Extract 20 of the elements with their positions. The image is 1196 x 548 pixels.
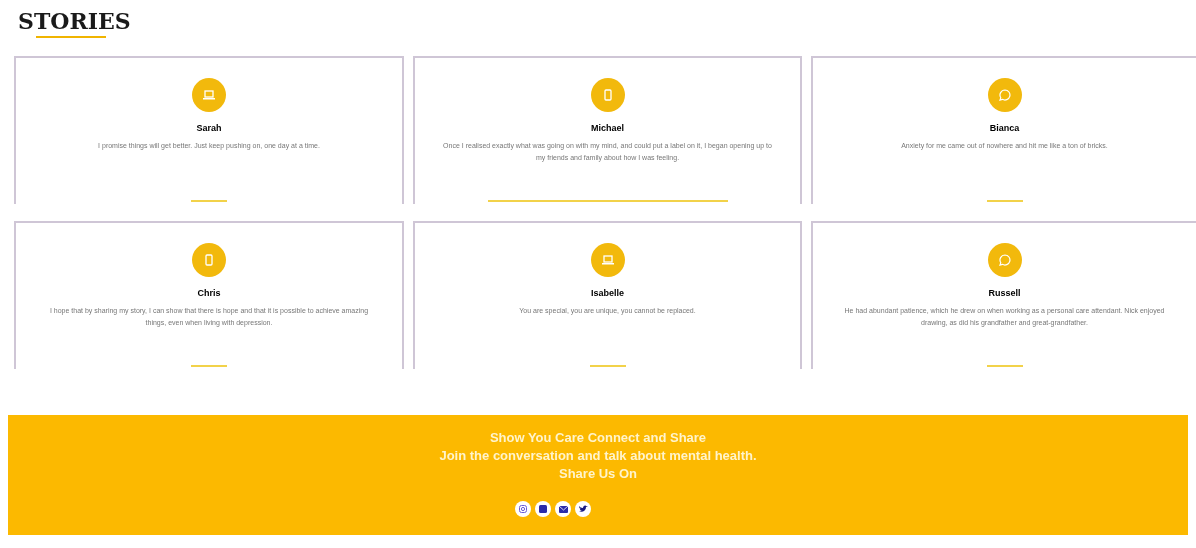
title-underline bbox=[36, 36, 106, 38]
footer-text: Show You Care Connect and Share bbox=[489, 429, 707, 447]
phone-icon bbox=[205, 254, 213, 266]
instagram-icon[interactable] bbox=[515, 501, 531, 517]
chat-icon bbox=[998, 254, 1011, 266]
story-name: Chris bbox=[197, 288, 221, 299]
mail-icon[interactable] bbox=[555, 501, 571, 517]
story-name: Michael bbox=[591, 123, 624, 134]
laptop-icon bbox=[601, 255, 614, 265]
story-name: Isabelle bbox=[591, 288, 624, 299]
footer-text: Join the conversation and talk about mental health. bbox=[439, 447, 757, 465]
story-name: Bianca bbox=[989, 123, 1020, 134]
section-title: STORIES bbox=[18, 8, 131, 34]
chat-icon bbox=[998, 89, 1011, 101]
footer-text: Share Us On bbox=[559, 465, 637, 483]
story-name: Russell bbox=[988, 288, 1021, 299]
laptop-icon bbox=[203, 90, 215, 100]
twitter-icon[interactable] bbox=[575, 501, 591, 517]
phone-icon bbox=[603, 89, 612, 101]
story-name: Sarah bbox=[196, 123, 222, 134]
